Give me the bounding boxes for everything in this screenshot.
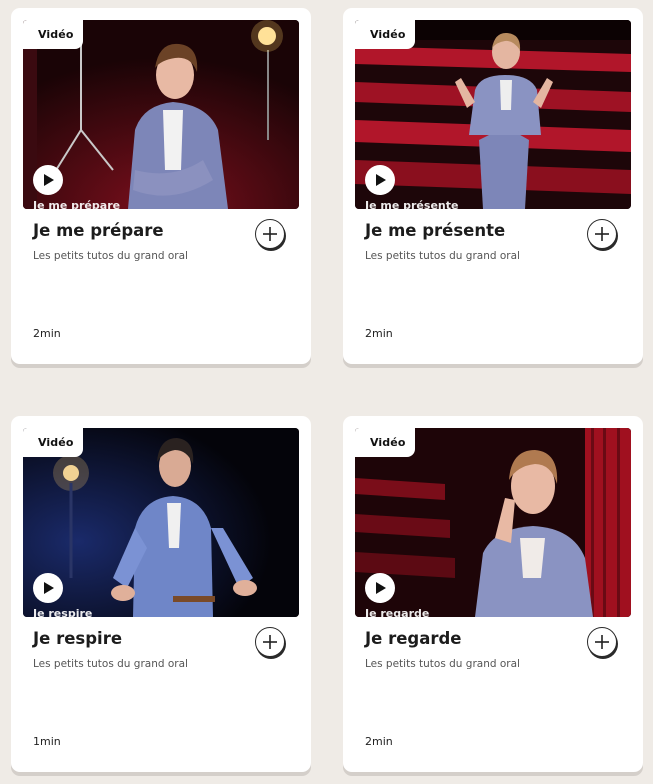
video-badge: Vidéo (355, 428, 416, 457)
plus-icon (263, 635, 277, 649)
play-icon (376, 174, 386, 186)
video-thumbnail[interactable]: Vidéo Je regarde (355, 428, 631, 617)
thumbnail-caption: Je respire (33, 607, 93, 617)
video-card[interactable]: Vidéo Je me présente Je me présente Les … (343, 8, 643, 364)
duration-label: 1min (33, 735, 61, 748)
card-subtitle: Les petits tutos du grand oral (33, 658, 188, 670)
add-button[interactable] (255, 219, 285, 249)
card-title[interactable]: Je me prépare (33, 221, 164, 240)
duration-label: 2min (365, 735, 393, 748)
add-button[interactable] (587, 627, 617, 657)
video-badge: Vidéo (355, 20, 416, 49)
play-icon (44, 582, 54, 594)
play-button[interactable] (365, 573, 395, 603)
video-thumbnail[interactable]: Vidéo Je me prépare (23, 20, 299, 209)
play-button[interactable] (33, 165, 63, 195)
play-icon (376, 582, 386, 594)
duration-label: 2min (33, 327, 61, 340)
video-card[interactable]: Vidéo Je regarde Je regarde Les petits t… (343, 416, 643, 772)
thumbnail-caption: Je regarde (365, 607, 430, 617)
card-subtitle: Les petits tutos du grand oral (365, 658, 520, 670)
thumbnail-caption: Je me prépare (33, 199, 121, 209)
card-title[interactable]: Je me présente (365, 221, 505, 240)
plus-icon (595, 635, 609, 649)
video-badge: Vidéo (23, 428, 84, 457)
play-icon (44, 174, 54, 186)
video-card[interactable]: Vidéo Je me prépare Je me prépare Les pe… (11, 8, 311, 364)
play-button[interactable] (365, 165, 395, 195)
plus-icon (263, 227, 277, 241)
card-title[interactable]: Je respire (33, 629, 122, 648)
card-subtitle: Les petits tutos du grand oral (33, 250, 188, 262)
play-button[interactable] (33, 573, 63, 603)
duration-label: 2min (365, 327, 393, 340)
thumbnail-caption: Je me présente (365, 199, 459, 209)
add-button[interactable] (587, 219, 617, 249)
video-card[interactable]: Vidéo Je respire Je respire Les petits t… (11, 416, 311, 772)
card-title[interactable]: Je regarde (365, 629, 462, 648)
video-thumbnail[interactable]: Vidéo Je me présente (355, 20, 631, 209)
plus-icon (595, 227, 609, 241)
video-badge: Vidéo (23, 20, 84, 49)
card-subtitle: Les petits tutos du grand oral (365, 250, 520, 262)
video-thumbnail[interactable]: Vidéo Je respire (23, 428, 299, 617)
add-button[interactable] (255, 627, 285, 657)
